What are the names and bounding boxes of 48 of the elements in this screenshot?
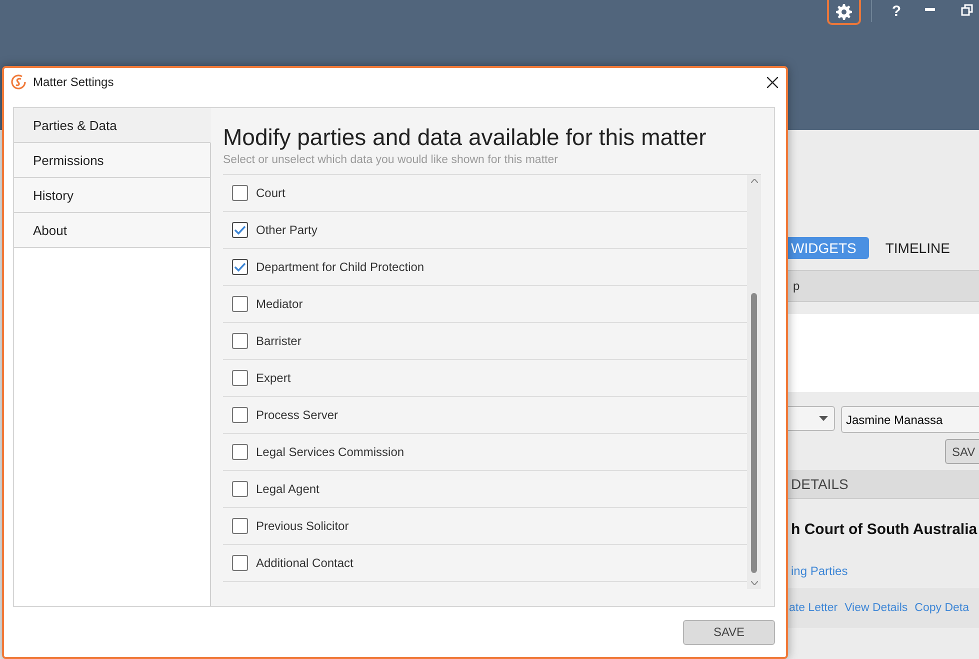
contact-field[interactable]: Jasmine Manassa <box>841 406 979 433</box>
save-button[interactable]: SAV <box>945 439 979 464</box>
option-label: Legal Agent <box>256 482 320 496</box>
sidebar-item[interactable]: Permissions <box>14 143 210 178</box>
option-label: Process Server <box>256 408 338 422</box>
scroll-down-icon[interactable] <box>750 581 758 585</box>
checkbox[interactable] <box>232 259 248 275</box>
court-name: h Court of South Australia <box>790 521 978 538</box>
checkbox[interactable] <box>232 370 248 386</box>
sidebar-item[interactable]: History <box>14 178 210 213</box>
minimize-icon[interactable] <box>925 8 935 12</box>
checkbox[interactable] <box>232 407 248 423</box>
checkbox[interactable] <box>232 444 248 460</box>
checkbox[interactable] <box>232 481 248 497</box>
section-title: DETAILS <box>791 476 848 492</box>
close-icon[interactable] <box>767 76 778 88</box>
sidebar-item[interactable]: About <box>14 213 210 248</box>
checkbox[interactable] <box>232 555 248 571</box>
page-heading: Modify parties and data available for this matter <box>223 124 708 151</box>
option-label: Other Party <box>256 223 318 237</box>
option-label: Mediator <box>256 297 303 311</box>
restore-icon[interactable] <box>961 4 973 16</box>
dialog-title: Matter Settings <box>33 75 115 89</box>
option-label: Additional Contact <box>256 556 354 570</box>
option-label: Barrister <box>256 334 302 348</box>
scrollbar[interactable] <box>747 175 761 589</box>
scroll-up-icon[interactable] <box>750 179 758 183</box>
option-label: Legal Services Commission <box>256 445 404 459</box>
checkbox[interactable] <box>232 333 248 349</box>
sidebar-item[interactable]: Parties & Data <box>14 108 211 143</box>
option-label: Department for Child Protection <box>256 260 424 274</box>
checkbox[interactable] <box>232 185 248 201</box>
checkbox[interactable] <box>232 222 248 238</box>
tab[interactable]: TIMELINE <box>879 237 963 259</box>
option-label: Expert <box>256 371 291 385</box>
page-subheading: Select or unselect which data you would like shown for this matter <box>223 154 559 166</box>
save-button[interactable]: SAVE <box>683 620 775 644</box>
section-title: p <box>793 279 800 293</box>
option-label: Court <box>256 186 286 200</box>
help-button[interactable]: ? <box>892 3 901 20</box>
caret-icon <box>819 416 828 421</box>
checkbox[interactable] <box>232 518 248 534</box>
dropdown[interactable] <box>785 406 835 431</box>
settings-icon <box>836 4 852 20</box>
option-label: Previous Solicitor <box>256 519 349 533</box>
checkbox[interactable] <box>232 296 248 312</box>
settings-button[interactable] <box>826 0 861 25</box>
logo-icon <box>11 74 27 90</box>
